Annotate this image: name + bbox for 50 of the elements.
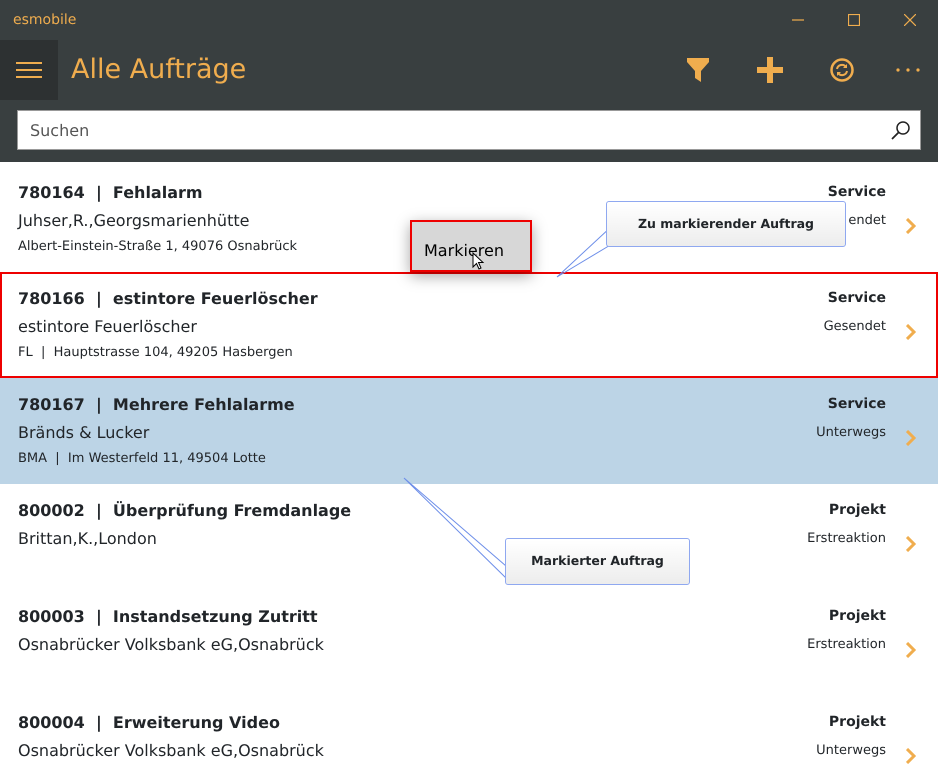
customer-name: Bränds & Lucker	[18, 422, 150, 444]
order-title: 800003 | Instandsetzung Zutritt	[18, 606, 318, 628]
order-type: Projekt	[828, 607, 886, 626]
order-title: 780164 | Fehlalarm	[18, 182, 203, 204]
plus-icon	[757, 57, 783, 83]
chevron-icon	[906, 642, 916, 658]
order-type: Service	[828, 183, 886, 202]
context-menu-item[interactable]: Markieren	[410, 220, 532, 272]
order-title: 800002 | Überprüfung Fremdanlage	[18, 500, 352, 522]
chevron-icon	[906, 748, 916, 764]
order-type: Projekt	[828, 501, 886, 520]
order-type: Service	[828, 289, 886, 308]
page-title: Alle Aufträge	[71, 52, 246, 87]
customer-name: Juhser,R.,Georgsmarienhütte	[18, 210, 250, 232]
app-title: esmobile	[12, 10, 76, 30]
order-row[interactable]: 780166 | estintore Feuerlöscher estintore Feuerlöscher FL | Hauptstrasse 104, 49205 Hasbergen Service Gesendet	[0, 272, 938, 378]
order-status: endet	[848, 212, 886, 230]
funnel-icon	[687, 58, 709, 82]
refresh-icon	[830, 58, 854, 82]
more-icon	[896, 68, 920, 72]
order-type: Service	[828, 395, 886, 414]
menu-icon	[16, 61, 42, 79]
callout: Zu markierender Auftrag	[606, 201, 846, 247]
order-status: Gesendet	[824, 318, 886, 336]
chevron-icon	[906, 324, 916, 340]
menu-button[interactable]	[0, 40, 58, 100]
order-address: Albert-Einstein-Straße 1, 49076 Osnabrück	[18, 238, 298, 256]
search-icon	[891, 120, 911, 140]
chevron-icon	[906, 536, 916, 552]
order-type: Projekt	[828, 713, 886, 732]
chevron-icon	[906, 218, 916, 234]
customer-name: Osnabrücker Volksbank eG,Osnabrück	[18, 634, 324, 656]
order-row[interactable]: 780167 | Mehrere Fehlalarme Bränds & Lucker BMA | Im Westerfeld 11, 49504 Lotte Service Unterwegs	[0, 378, 938, 484]
search-field[interactable]: Suchen	[17, 110, 921, 150]
customer-name: Brittan,K.,London	[18, 528, 157, 550]
maximize-icon	[848, 14, 860, 26]
order-status: Erstreaktion	[807, 530, 886, 548]
order-title: 780166 | estintore Feuerlöscher	[18, 288, 318, 310]
order-status: Unterwegs	[816, 742, 886, 760]
close-icon	[904, 14, 916, 26]
order-title: 800004 | Erweiterung Video	[18, 712, 280, 734]
order-address: FL | Hauptstrasse 104, 49205 Hasbergen	[18, 344, 293, 362]
customer-name: Osnabrücker Volksbank eG,Osnabrück	[18, 740, 324, 762]
order-title: 780167 | Mehrere Fehlalarme	[18, 394, 295, 416]
callout: Markierter Auftrag	[505, 538, 690, 585]
order-status: Unterwegs	[816, 424, 886, 442]
order-address: BMA | Im Westerfeld 11, 49504 Lotte	[18, 450, 266, 468]
order-status: Erstreaktion	[807, 636, 886, 654]
customer-name: estintore Feuerlöscher	[18, 316, 197, 338]
chevron-icon	[906, 430, 916, 446]
